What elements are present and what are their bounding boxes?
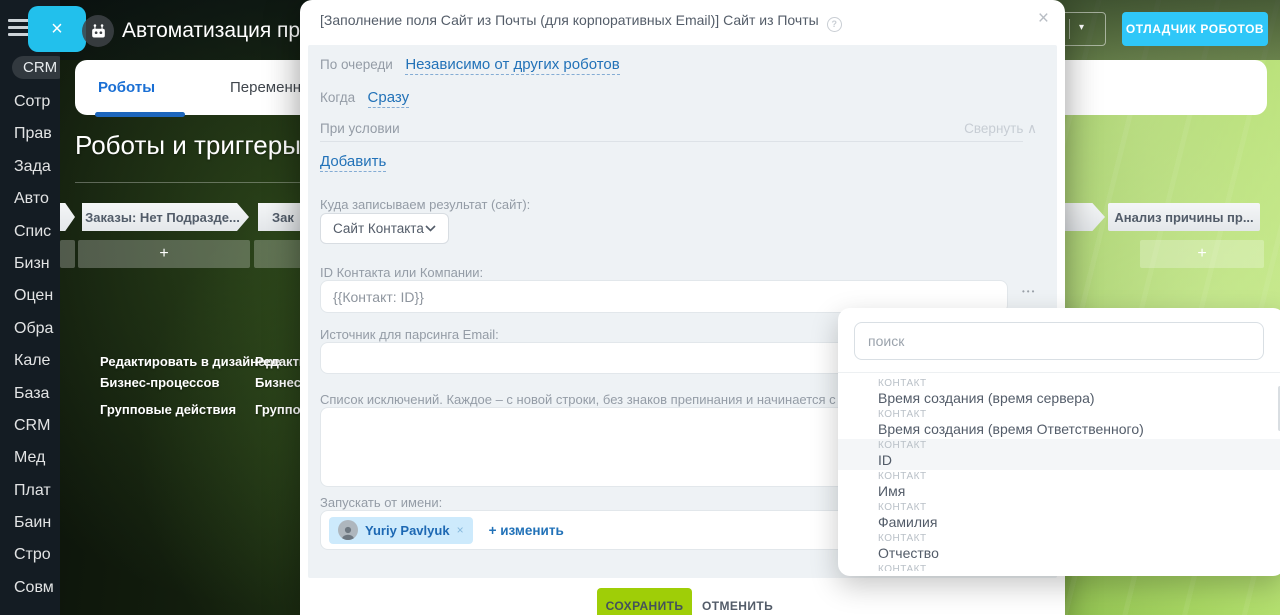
active-tab-underline <box>95 112 185 117</box>
collapse-toggle[interactable]: Свернуть ∧ <box>964 121 1037 137</box>
queue-label: По очереди <box>320 57 393 72</box>
option-group-label: КОНТАКТ <box>878 564 927 571</box>
option-group-label: КОНТАКТ <box>878 471 927 482</box>
designer-link-line2[interactable]: Бизнес-процессов <box>100 375 280 390</box>
option-group-label: КОНТАКТ <box>878 502 927 513</box>
queue-row: По очереди Независимо от других роботов <box>320 56 620 75</box>
target-select-value: Сайт Контакта <box>333 221 424 236</box>
list-item[interactable]: КОНТАКТ Отчество <box>838 532 1280 563</box>
add-robot-row-fragment[interactable] <box>60 240 75 268</box>
target-field-label: Куда записываем результат (сайт): <box>320 197 531 212</box>
tab-robots[interactable]: Роботы <box>98 60 155 115</box>
option-label: Время создания (время Ответственного) <box>878 421 1144 437</box>
sidebar-items: Сотр Прав Зада Авто Спис Бизн Оцен Обра … <box>0 86 60 604</box>
sidebar-item[interactable]: Бизн <box>0 248 60 280</box>
sidebar-item[interactable]: Совм <box>0 572 60 604</box>
option-label: Фамилия <box>878 514 938 530</box>
sidebar-item[interactable]: Прав <box>0 118 60 150</box>
sidebar-item[interactable]: Стро <box>0 539 60 571</box>
when-value-link[interactable]: Сразу <box>367 89 410 108</box>
search-input[interactable] <box>854 322 1264 360</box>
divider <box>320 141 1023 142</box>
list-item[interactable]: КОНТАКТ Фамилия <box>838 501 1280 532</box>
list-item[interactable]: КОНТАКТ Имя <box>838 470 1280 501</box>
chevron-down-icon: ▾ <box>1079 22 1085 33</box>
sidebar-item[interactable]: Мед <box>0 442 60 474</box>
divider <box>75 182 300 183</box>
background-links-clipped: Редактировать в дизайнере Бизнес-процесс… <box>255 354 301 423</box>
source-field-label: Источник для парсинга Email: <box>320 327 499 342</box>
sidebar-item[interactable]: Спис <box>0 216 60 248</box>
save-button[interactable]: СОХРАНИТЬ <box>597 588 692 615</box>
sidebar-item[interactable]: CRM <box>0 410 60 442</box>
designer-link-line1[interactable]: Редактировать в дизайнере <box>255 354 301 369</box>
option-group-label: КОНТАКТ <box>878 378 927 389</box>
page-app-title: Автоматизация пр <box>122 19 301 42</box>
sidebar-crm-badge[interactable]: CRM <box>12 56 60 79</box>
cancel-button[interactable]: ОТМЕНИТЬ <box>702 588 773 615</box>
option-group-label: КОНТАКТ <box>878 533 927 544</box>
sidebar-item[interactable]: Плат <box>0 475 60 507</box>
user-chip[interactable]: Yuriy Pavlyuk × <box>329 516 473 544</box>
designer-link-line2[interactable]: Бизнес-процессов <box>255 375 301 390</box>
run-as-label: Запускать от имени: <box>320 495 443 510</box>
modal-title: [Заполнение поля Сайт из Почты (для корп… <box>320 12 842 32</box>
chevron-down-icon <box>425 225 436 232</box>
group-actions-link[interactable]: Групповые действия <box>100 402 280 417</box>
close-slider-tab[interactable]: × <box>28 6 86 52</box>
close-icon[interactable]: × <box>1038 8 1049 30</box>
value-option-list: КОНТАКТ Время создания (время сервера) К… <box>838 372 1280 571</box>
add-robot-row[interactable]: + <box>78 240 250 268</box>
queue-value-link[interactable]: Независимо от других роботов <box>405 56 620 75</box>
robot-icon <box>82 15 114 47</box>
plus-icon: + <box>1197 245 1207 262</box>
add-condition-row: Добавить <box>320 153 387 172</box>
plus-icon: + <box>159 245 169 262</box>
remove-user-icon[interactable]: × <box>457 523 464 537</box>
target-select[interactable]: Сайт Контакта <box>320 213 449 244</box>
value-picker-popup: КОНТАКТ Время создания (время сервера) К… <box>838 308 1280 576</box>
when-label: Когда <box>320 90 356 105</box>
list-item-highlighted[interactable]: КОНТАКТ ID <box>838 439 1280 470</box>
left-menu-column: CRM Сотр Прав Зада Авто Спис Бизн Оцен О… <box>0 0 60 615</box>
sidebar-item[interactable]: Обра <box>0 313 60 345</box>
option-label: Время создания (время сервера) <box>878 390 1095 406</box>
add-condition-link[interactable]: Добавить <box>320 153 387 172</box>
insert-value-dots-button[interactable]: ••• <box>1022 287 1036 296</box>
option-label: Имя <box>878 483 906 499</box>
stage-chip-analysis[interactable]: Анализ причины пр... <box>1108 203 1260 231</box>
divider <box>1069 19 1070 39</box>
sidebar-item[interactable]: Сотр <box>0 86 60 118</box>
screen: CRM Сотр Прав Зада Авто Спис Бизн Оцен О… <box>0 0 1280 615</box>
sidebar-item[interactable]: Авто <box>0 183 60 215</box>
exclusions-label: Список исключений. Каждое – с новой стро… <box>320 392 860 407</box>
option-label: ID <box>878 452 892 468</box>
designer-link-line1[interactable]: Редактировать в дизайнере <box>100 354 280 369</box>
option-group-label: КОНТАКТ <box>878 409 927 420</box>
stage-chip-orders[interactable]: Заказы: Нет Подразде... <box>82 203 249 231</box>
sidebar-item[interactable]: Оцен <box>0 280 60 312</box>
condition-label: При условии <box>320 121 400 136</box>
sidebar-item[interactable]: Кале <box>0 345 60 377</box>
list-item[interactable]: КОНТАКТ Время создания (время сервера) <box>838 377 1280 408</box>
robot-debugger-button[interactable]: ОТЛАДЧИК РОБОТОВ <box>1122 12 1268 46</box>
when-row: Когда Сразу <box>320 89 410 108</box>
sidebar-item[interactable]: Баин <box>0 507 60 539</box>
id-field-label: ID Контакта или Компании: <box>320 265 484 280</box>
option-label: Отчество <box>878 545 939 561</box>
option-group-label: КОНТАКТ <box>878 440 927 451</box>
help-icon[interactable]: ? <box>826 16 842 32</box>
list-item-partial[interactable]: КОНТАКТ <box>838 563 1280 571</box>
sidebar-item[interactable]: Зада <box>0 151 60 183</box>
group-actions-link[interactable]: Групповые действия <box>255 402 301 417</box>
list-item[interactable]: КОНТАКТ Время создания (время Ответствен… <box>838 408 1280 439</box>
background-links: Редактировать в дизайнере Бизнес-процесс… <box>100 354 280 423</box>
avatar <box>338 520 358 540</box>
page-title: Роботы и триггеры <box>75 130 301 160</box>
close-icon: × <box>51 17 63 40</box>
change-user-link[interactable]: + изменить <box>489 523 564 538</box>
user-chip-name: Yuriy Pavlyuk <box>365 522 450 538</box>
add-robot-row[interactable]: + <box>1140 240 1264 268</box>
sidebar-item[interactable]: База <box>0 378 60 410</box>
